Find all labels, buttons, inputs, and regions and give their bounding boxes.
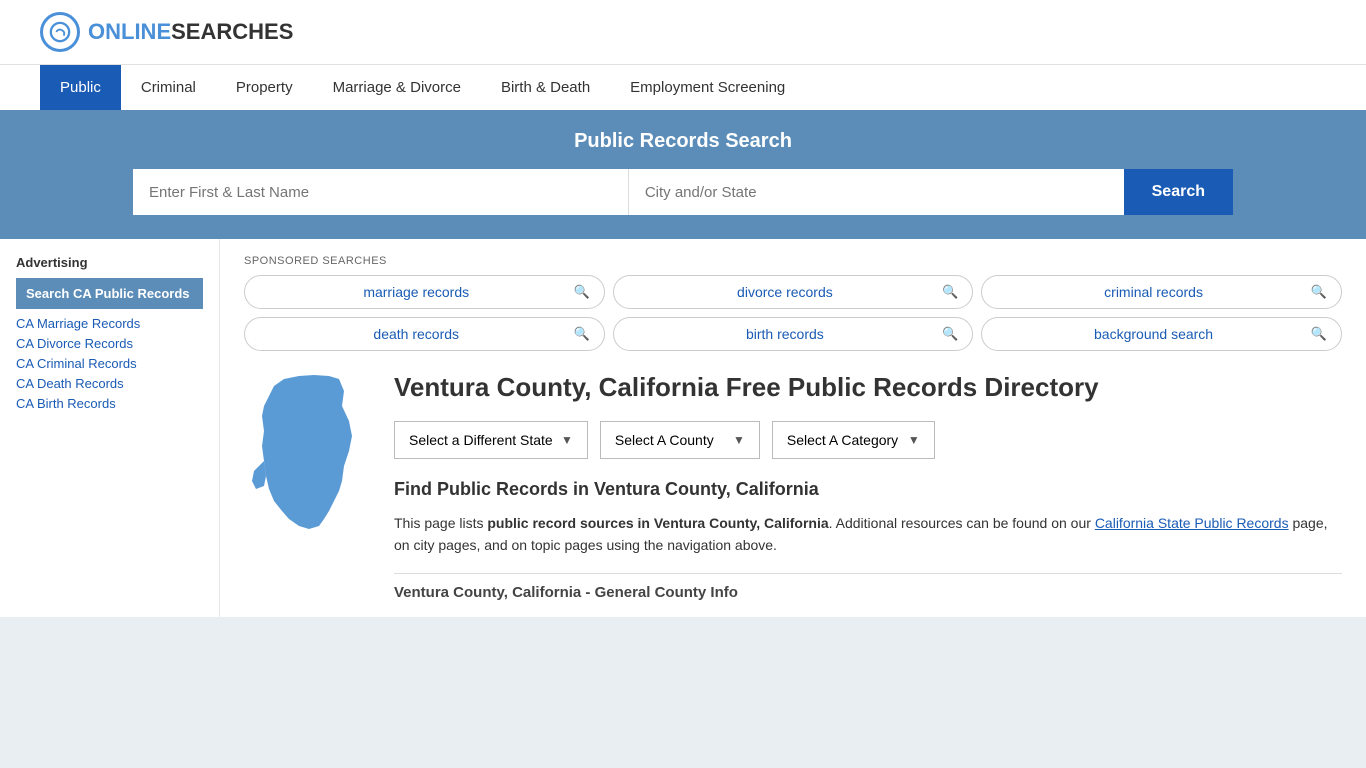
search-icon-divorce: 🔍 — [942, 284, 958, 300]
nav-item-birth-death[interactable]: Birth & Death — [481, 65, 610, 110]
county-info-bar: Ventura County, California - General Cou… — [394, 573, 1342, 601]
search-banner: Public Records Search Search — [0, 110, 1366, 239]
state-dropdown-wrapper[interactable]: Select a Different State ▼ — [394, 421, 588, 459]
search-banner-title: Public Records Search — [40, 130, 1326, 153]
category-dropdown-arrow: ▼ — [908, 433, 920, 447]
nav-item-criminal[interactable]: Criminal — [121, 65, 216, 110]
section-title: Find Public Records in Ventura County, C… — [394, 479, 1342, 500]
location-input[interactable] — [629, 169, 1124, 215]
sidebar-featured-ad[interactable]: Search CA Public Records — [16, 278, 203, 309]
county-info-title: Ventura County, California - General Cou… — [394, 584, 1342, 601]
sidebar-ad-label: Advertising — [16, 255, 203, 270]
name-input[interactable] — [133, 169, 629, 215]
dropdowns-row: Select a Different State ▼ Select A Coun… — [394, 421, 1342, 459]
search-icon-marriage: 🔍 — [573, 284, 589, 300]
search-icon-background: 🔍 — [1311, 326, 1327, 342]
page-body-main: Ventura County, California Free Public R… — [394, 371, 1342, 601]
category-dropdown[interactable]: Select A Category — [787, 432, 900, 448]
search-icon-birth: 🔍 — [942, 326, 958, 342]
category-dropdown-wrapper[interactable]: Select A Category ▼ — [772, 421, 935, 459]
county-dropdown-wrapper[interactable]: Select A County ▼ — [600, 421, 760, 459]
nav-item-employment[interactable]: Employment Screening — [610, 65, 805, 110]
page-body: Ventura County, California Free Public R… — [244, 371, 1342, 601]
logo-text: ONLINESEARCHES — [88, 19, 293, 45]
sponsored-label: SPONSORED SEARCHES — [244, 255, 1342, 267]
sidebar-link-death[interactable]: CA Death Records — [16, 375, 203, 391]
state-dropdown-arrow: ▼ — [561, 433, 573, 447]
california-map — [244, 371, 364, 531]
sponsored-item-divorce[interactable]: divorce records 🔍 — [613, 275, 974, 309]
page-description: This page lists public record sources in… — [394, 512, 1342, 557]
header: ONLINESEARCHES Public Criminal Property … — [0, 0, 1366, 110]
nav-item-property[interactable]: Property — [216, 65, 313, 110]
search-form: Search — [133, 169, 1233, 215]
sidebar: Advertising Search CA Public Records CA … — [0, 239, 220, 617]
search-icon-criminal: 🔍 — [1311, 284, 1327, 300]
sponsored-item-marriage[interactable]: marriage records 🔍 — [244, 275, 605, 309]
sponsored-grid: marriage records 🔍 divorce records 🔍 cri… — [244, 275, 1342, 351]
sidebar-links: CA Marriage Records CA Divorce Records C… — [16, 315, 203, 411]
sponsored-item-death[interactable]: death records 🔍 — [244, 317, 605, 351]
state-dropdown[interactable]: Select a Different State — [409, 432, 553, 448]
sidebar-link-marriage[interactable]: CA Marriage Records — [16, 315, 203, 331]
search-icon-death: 🔍 — [573, 326, 589, 342]
main-nav: Public Criminal Property Marriage & Divo… — [0, 64, 1366, 110]
sponsored-section: SPONSORED SEARCHES marriage records 🔍 di… — [244, 255, 1342, 351]
logo-icon — [40, 12, 80, 52]
nav-item-marriage-divorce[interactable]: Marriage & Divorce — [313, 65, 481, 110]
state-records-link[interactable]: California State Public Records — [1095, 515, 1289, 531]
sidebar-link-divorce[interactable]: CA Divorce Records — [16, 335, 203, 351]
sidebar-link-birth[interactable]: CA Birth Records — [16, 395, 203, 411]
sponsored-item-birth[interactable]: birth records 🔍 — [613, 317, 974, 351]
state-map-container — [244, 371, 374, 601]
sponsored-item-criminal[interactable]: criminal records 🔍 — [981, 275, 1342, 309]
page-title: Ventura County, California Free Public R… — [394, 371, 1342, 405]
main-container: Advertising Search CA Public Records CA … — [0, 239, 1366, 617]
county-dropdown[interactable]: Select A County — [615, 432, 725, 448]
sidebar-link-criminal[interactable]: CA Criminal Records — [16, 355, 203, 371]
sponsored-item-background[interactable]: background search 🔍 — [981, 317, 1342, 351]
content-area: SPONSORED SEARCHES marriage records 🔍 di… — [220, 239, 1366, 617]
nav-item-public[interactable]: Public — [40, 65, 121, 110]
county-dropdown-arrow: ▼ — [733, 433, 745, 447]
logo: ONLINESEARCHES — [40, 12, 293, 52]
search-button[interactable]: Search — [1124, 169, 1233, 215]
